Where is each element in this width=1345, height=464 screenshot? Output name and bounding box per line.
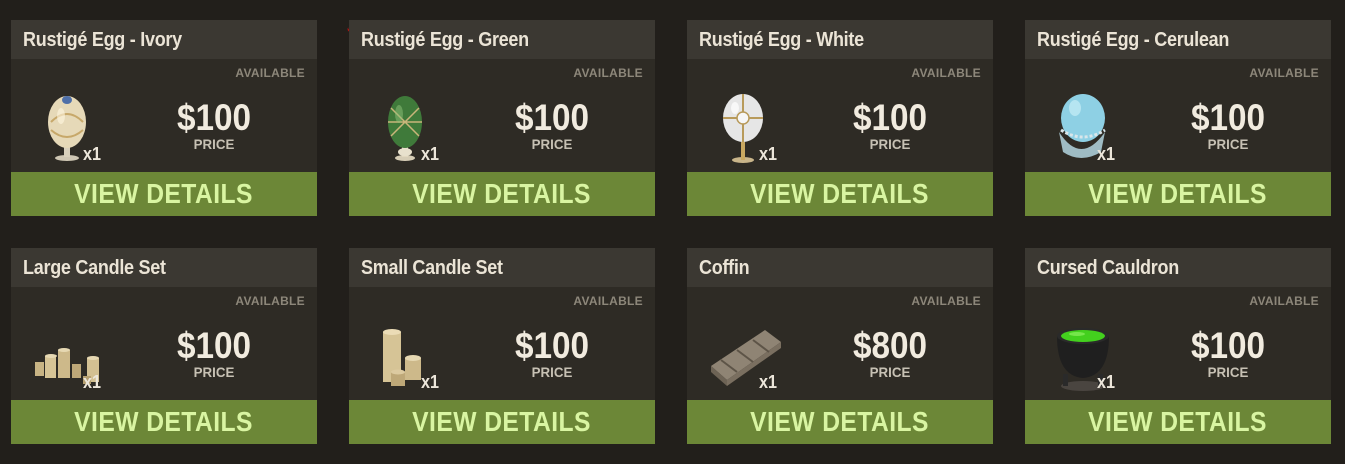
price-block: $100 PRICE [163,325,265,380]
view-details-label: VIEW DETAILS [1088,178,1268,209]
price-label: PRICE [193,136,235,152]
view-details-button[interactable]: VIEW DETAILS [1025,400,1331,444]
view-details-button[interactable]: VIEW DETAILS [11,400,317,444]
view-details-label: VIEW DETAILS [750,406,930,437]
price-label: PRICE [531,364,573,380]
availability-label: AVAILABLE [235,294,305,308]
item-quantity: x1 [759,372,778,392]
availability-label: AVAILABLE [1249,294,1319,308]
view-details-label: VIEW DETAILS [74,406,254,437]
view-details-label: VIEW DETAILS [74,178,254,209]
item-price: $800 [852,325,928,366]
price-block: $100 PRICE [839,97,941,152]
item-quantity: x1 [421,144,440,164]
price-label: PRICE [869,364,911,380]
availability-label: AVAILABLE [573,294,643,308]
item-price: $100 [852,97,928,138]
card-header: Small Candle Set [349,248,655,287]
view-details-button[interactable]: VIEW DETAILS [1025,172,1331,216]
availability-label: AVAILABLE [911,294,981,308]
store-grid: * Rustigé Egg - Ivory AVAILABLE x1 $100 … [0,0,1345,464]
price-label: PRICE [869,136,911,152]
store-item-card: Cursed Cauldron AVAILABLE x1 $100 PRICE … [1025,248,1331,444]
item-quantity: x1 [421,372,440,392]
item-price: $100 [514,325,590,366]
price-block: $100 PRICE [163,97,265,152]
item-price: $100 [176,325,252,366]
card-header: Cursed Cauldron [1025,248,1331,287]
item-quantity: x1 [759,144,778,164]
price-label: PRICE [531,136,573,152]
view-details-label: VIEW DETAILS [412,406,592,437]
store-item-card: Small Candle Set AVAILABLE x1 $100 PRICE… [349,248,655,444]
item-title: Rustigé Egg - Green [361,29,529,51]
price-label: PRICE [1207,364,1249,380]
availability-label: AVAILABLE [911,66,981,80]
store-item-card: Large Candle Set AVAILABLE x1 $100 PRICE… [11,248,317,444]
card-header: Rustigé Egg - Green [349,20,655,59]
price-block: $100 PRICE [1177,325,1279,380]
item-price: $100 [514,97,590,138]
item-price: $100 [1190,97,1266,138]
price-block: $100 PRICE [1177,97,1279,152]
item-title: Rustigé Egg - White [699,29,864,51]
view-details-button[interactable]: VIEW DETAILS [687,172,993,216]
card-header: Coffin [687,248,993,287]
price-label: PRICE [1207,136,1249,152]
view-details-button[interactable]: VIEW DETAILS [349,400,655,444]
view-details-label: VIEW DETAILS [412,178,592,209]
item-title: Rustigé Egg - Ivory [23,29,182,51]
store-item-card: Rustigé Egg - Cerulean AVAILABLE x1 $100… [1025,20,1331,216]
card-header: Large Candle Set [11,248,317,287]
item-price: $100 [176,97,252,138]
availability-label: AVAILABLE [1249,66,1319,80]
price-block: $100 PRICE [501,97,603,152]
item-title: Rustigé Egg - Cerulean [1037,29,1230,51]
item-quantity: x1 [1097,372,1116,392]
price-block: $800 PRICE [839,325,941,380]
availability-label: AVAILABLE [235,66,305,80]
item-price: $100 [1190,325,1266,366]
store-item-card: Rustigé Egg - Ivory AVAILABLE x1 $100 PR… [11,20,317,216]
item-title: Small Candle Set [361,257,503,279]
availability-label: AVAILABLE [573,66,643,80]
store-item-card: Coffin AVAILABLE x1 $800 PRICE VIEW DETA… [687,248,993,444]
item-quantity: x1 [83,372,102,392]
view-details-button[interactable]: VIEW DETAILS [349,172,655,216]
store-item-card: Rustigé Egg - Green AVAILABLE x1 $100 PR… [349,20,655,216]
price-block: $100 PRICE [501,325,603,380]
card-header: Rustigé Egg - Ivory [11,20,317,59]
view-details-button[interactable]: VIEW DETAILS [11,172,317,216]
store-item-card: Rustigé Egg - White AVAILABLE x1 $100 PR… [687,20,993,216]
view-details-label: VIEW DETAILS [750,178,930,209]
item-title: Large Candle Set [23,257,166,279]
item-title: Coffin [699,257,750,279]
view-details-button[interactable]: VIEW DETAILS [687,400,993,444]
item-quantity: x1 [1097,144,1116,164]
card-header: Rustigé Egg - Cerulean [1025,20,1331,59]
item-quantity: x1 [83,144,102,164]
view-details-label: VIEW DETAILS [1088,406,1268,437]
card-header: Rustigé Egg - White [687,20,993,59]
price-label: PRICE [193,364,235,380]
item-title: Cursed Cauldron [1037,257,1179,279]
